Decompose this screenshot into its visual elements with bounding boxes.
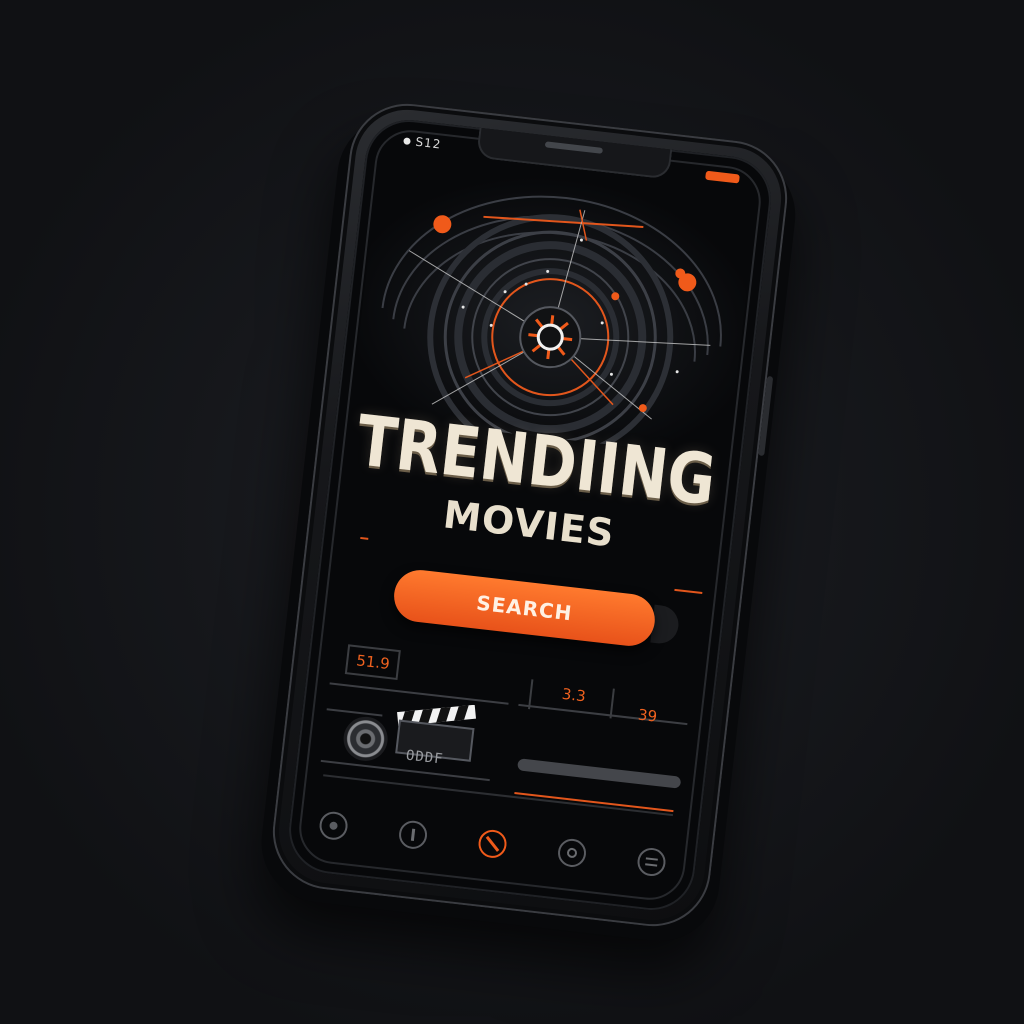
speaker-grille <box>544 141 604 154</box>
stat-accent-divider <box>514 792 674 813</box>
nav-no-entry-icon[interactable] <box>477 828 509 860</box>
title-accent-rule <box>360 536 369 540</box>
film-reel-icon <box>341 714 390 764</box>
eye-icon <box>566 847 578 859</box>
status-dot-icon <box>403 136 411 145</box>
nav-eye-icon[interactable] <box>556 837 588 869</box>
pin-icon <box>410 828 416 841</box>
nav-home-circle-icon[interactable] <box>318 810 350 842</box>
stat-left-value: 51.9 <box>355 651 391 674</box>
stats-panel: 51.9 3.3 39 ODDF <box>320 643 692 813</box>
stat-cell-middle: 3.3 <box>528 679 603 718</box>
clapper-label: ODDF <box>405 747 445 768</box>
status-time-text: S12 <box>414 134 443 152</box>
phone-stage: S12 TRENDIING MOVIES SEARCH 51.9 3.3 39 … <box>0 0 1024 1024</box>
search-button[interactable]: SEARCH <box>391 567 658 649</box>
nav-pin-icon[interactable] <box>397 819 429 851</box>
bottom-nav <box>317 804 667 883</box>
app-screen: S12 TRENDIING MOVIES SEARCH 51.9 3.3 39 … <box>284 115 776 915</box>
badge-icon <box>645 857 658 867</box>
circle-icon <box>329 821 338 831</box>
stat-box-left: 51.9 <box>344 644 402 681</box>
progress-bar[interactable] <box>517 758 682 789</box>
stat-middle-value: 3.3 <box>560 684 587 706</box>
nav-badge-icon[interactable] <box>636 846 667 878</box>
search-button-shadow <box>650 604 681 646</box>
phone-device: S12 TRENDIING MOVIES SEARCH 51.9 3.3 39 … <box>255 97 802 948</box>
no-entry-icon <box>485 835 500 852</box>
title-accent-rule <box>674 588 703 594</box>
stat-cell-right: 39 <box>609 688 685 727</box>
stat-right-value: 39 <box>637 705 659 726</box>
battery-icon <box>705 170 740 184</box>
stat-divider <box>326 708 383 717</box>
status-time: S12 <box>403 133 443 152</box>
hero-target-center <box>536 323 564 351</box>
